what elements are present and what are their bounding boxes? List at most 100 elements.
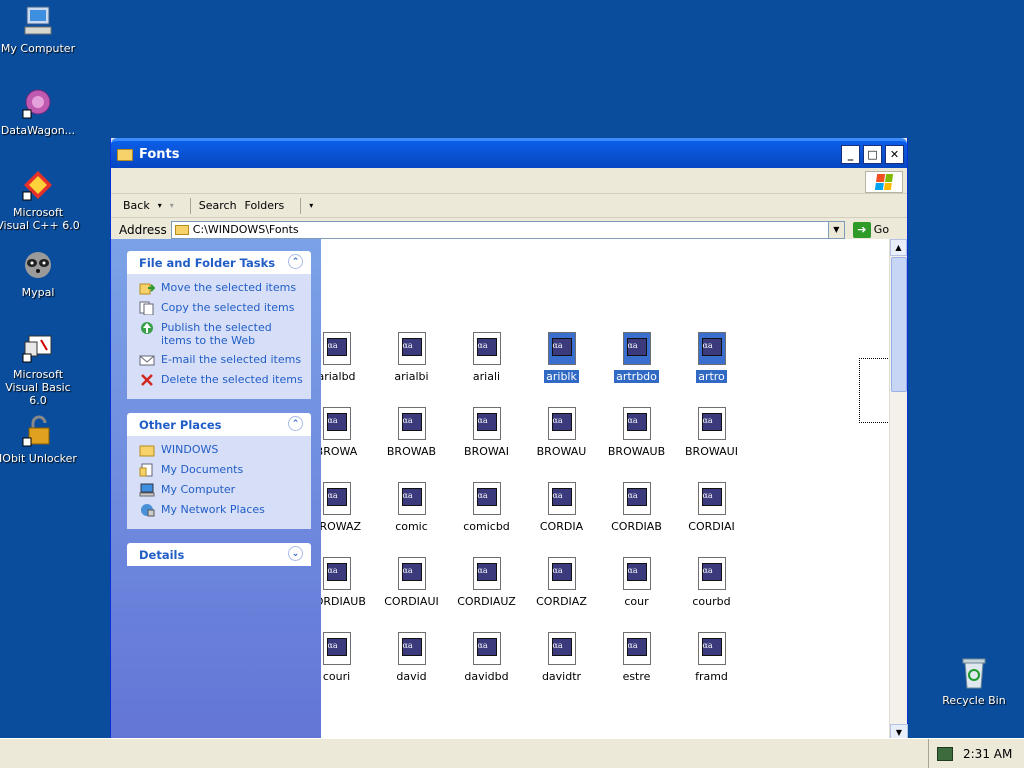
close-button[interactable]: ✕	[885, 145, 904, 164]
font-file-item[interactable]: ariblk	[524, 332, 599, 383]
desktop-icon-my-computer[interactable]: My Computer	[0, 4, 80, 55]
font-file-label: BROWA	[321, 445, 358, 458]
title-bar[interactable]: Fonts _ □ ✕	[111, 138, 907, 168]
font-file-icon	[397, 482, 426, 515]
visual-cpp-icon	[21, 168, 55, 202]
desktop-icon-recycle-bin[interactable]: Recycle Bin	[932, 656, 1016, 707]
font-file-item[interactable]: arialbd	[321, 332, 374, 383]
expand-chevron-icon[interactable]: ⌄	[288, 546, 303, 561]
font-file-item[interactable]: CORDIAUB	[321, 557, 374, 608]
font-file-item[interactable]: courbd	[674, 557, 749, 608]
font-file-item[interactable]: estre	[599, 632, 674, 683]
back-button[interactable]: Back	[123, 199, 150, 212]
computer-icon	[139, 483, 155, 497]
desktop-icon-visual-cpp[interactable]: Microsoft Visual C++ 6.0	[0, 168, 80, 232]
task-delete[interactable]: Delete the selected items	[139, 373, 303, 387]
font-file-item[interactable]: BROWAUI	[674, 407, 749, 458]
desktop-icon-label: DataWagon...	[0, 124, 76, 137]
font-file-label: CORDIAUI	[384, 595, 439, 608]
font-file-item[interactable]: BROWAU	[524, 407, 599, 458]
font-file-item[interactable]: BROWAB	[374, 407, 449, 458]
scroll-up-button[interactable]: ▲	[890, 239, 907, 256]
font-file-item[interactable]: arialbi	[374, 332, 449, 383]
font-file-item[interactable]: CORDIAUZ	[449, 557, 524, 608]
font-file-icon	[397, 332, 426, 365]
desktop-icon-mypal[interactable]: Mypal	[0, 248, 80, 299]
computer-icon	[21, 4, 55, 38]
font-file-item[interactable]: framd	[674, 632, 749, 683]
task-move[interactable]: Move the selected items	[139, 281, 303, 295]
desktop-icon-visual-basic[interactable]: Microsoft Visual Basic 6.0	[0, 330, 80, 407]
font-file-icon	[322, 482, 351, 515]
details-header[interactable]: Details ⌄	[127, 543, 311, 566]
minimize-button[interactable]: _	[841, 145, 860, 164]
font-file-item[interactable]: CORDIAZ	[524, 557, 599, 608]
font-file-item[interactable]: CORDIAB	[599, 482, 674, 533]
font-file-item[interactable]: BROWA	[321, 407, 374, 458]
folder-icon	[117, 148, 133, 161]
font-file-icon	[547, 557, 576, 590]
delete-icon	[141, 374, 153, 386]
task-email[interactable]: E-mail the selected items	[139, 353, 303, 367]
desktop-icon-label: Mypal	[21, 286, 55, 299]
taskbar: 2:31 AM	[0, 738, 1024, 768]
font-file-item[interactable]: CORDIA	[524, 482, 599, 533]
place-windows[interactable]: WINDOWS	[139, 443, 303, 457]
desktop-icon-label: IObit Unlocker	[0, 452, 77, 465]
toolbar-separator	[300, 197, 302, 214]
font-file-item[interactable]: BROWAZ	[321, 482, 374, 533]
font-file-item[interactable]: artrbdo	[599, 332, 674, 383]
font-file-item[interactable]: comicbd	[449, 482, 524, 533]
collapse-chevron-icon[interactable]: ⌃	[288, 254, 303, 269]
desktop-icon-iobit-unlocker[interactable]: IObit Unlocker	[0, 414, 80, 465]
font-file-label: CORDIAB	[611, 520, 662, 533]
place-my-network[interactable]: My Network Places	[139, 503, 303, 517]
font-file-item[interactable]: davidbd	[449, 632, 524, 683]
address-dropdown[interactable]: ▼	[827, 221, 844, 238]
font-file-item[interactable]: BROWAI	[449, 407, 524, 458]
clock[interactable]: 2:31 AM	[963, 747, 1012, 761]
scroll-thumb[interactable]	[891, 257, 907, 392]
font-file-item[interactable]: ariali	[449, 332, 524, 383]
place-my-computer[interactable]: My Computer	[139, 483, 303, 497]
maximize-button[interactable]: □	[863, 145, 882, 164]
file-tasks-header[interactable]: File and Folder Tasks ⌃	[127, 251, 311, 274]
other-places-header[interactable]: Other Places ⌃	[127, 413, 311, 436]
font-file-item[interactable]: couri	[321, 632, 374, 683]
font-file-label: BROWAUB	[607, 445, 666, 458]
views-dropdown[interactable]: ▾	[309, 201, 313, 210]
font-file-label: couri	[322, 670, 351, 683]
font-file-item[interactable]: david	[374, 632, 449, 683]
go-button[interactable]: ➔ Go	[852, 221, 889, 238]
place-my-documents[interactable]: My Documents	[139, 463, 303, 477]
font-file-item[interactable]: CORDIAI	[674, 482, 749, 533]
forward-dropdown[interactable]: ▾	[170, 201, 174, 210]
task-copy[interactable]: Copy the selected items	[139, 301, 303, 315]
font-file-label: CORDIAUB	[321, 595, 366, 608]
content-area: File and Folder Tasks ⌃ Move the selecte…	[111, 239, 908, 741]
font-file-label: arialbi	[394, 370, 429, 383]
address-input[interactable]: C:\WINDOWS\Fonts ▼	[170, 220, 845, 239]
font-file-item[interactable]: davidtr	[524, 632, 599, 683]
desktop-icon-datawagon[interactable]: DataWagon...	[0, 86, 80, 137]
search-button[interactable]: Search	[199, 199, 237, 212]
font-file-icon	[547, 407, 576, 440]
go-arrow-icon: ➔	[852, 221, 871, 238]
back-dropdown[interactable]: ▾	[158, 201, 162, 210]
vertical-scrollbar[interactable]: ▲ ▼	[889, 239, 908, 741]
font-file-item[interactable]: cour	[599, 557, 674, 608]
folders-button[interactable]: Folders	[245, 199, 285, 212]
file-tasks-panel: File and Folder Tasks ⌃ Move the selecte…	[127, 251, 311, 399]
place-label: My Network Places	[161, 503, 265, 516]
font-file-item[interactable]: CORDIAUI	[374, 557, 449, 608]
move-icon	[139, 283, 155, 295]
collapse-chevron-icon[interactable]: ⌃	[288, 416, 303, 431]
tray-app-icon[interactable]	[937, 747, 953, 761]
font-file-item[interactable]: comic	[374, 482, 449, 533]
font-file-item[interactable]: artro	[674, 332, 749, 383]
documents-icon	[139, 463, 153, 477]
font-file-label: CORDIAZ	[536, 595, 587, 608]
font-file-item[interactable]: BROWAUB	[599, 407, 674, 458]
task-publish[interactable]: Publish the selected items to the Web	[139, 321, 303, 347]
font-file-label: ariali	[472, 370, 501, 383]
